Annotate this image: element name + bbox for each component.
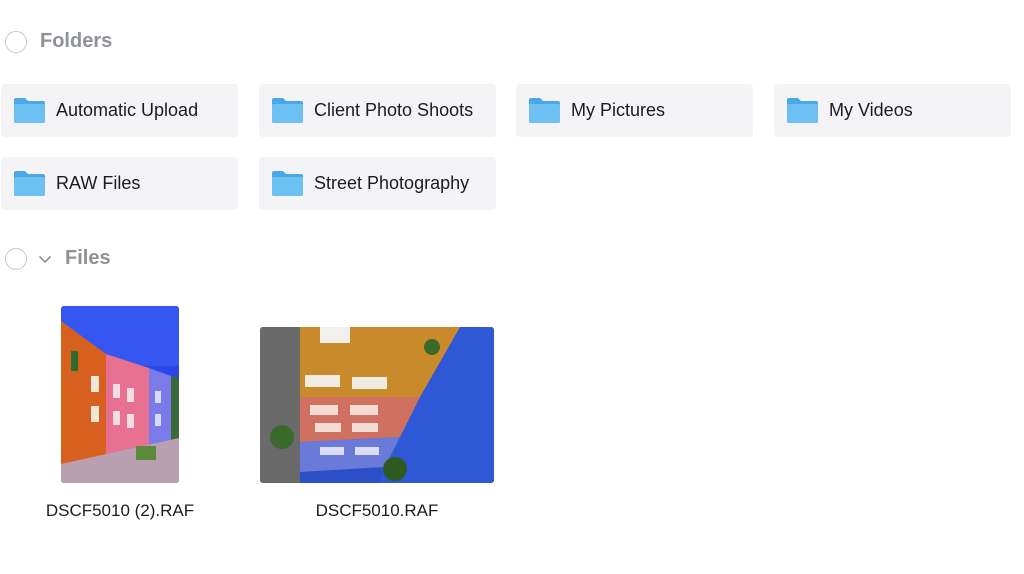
folder-label: RAW Files (56, 173, 141, 193)
files-select-all-checkbox[interactable] (5, 247, 27, 270)
folder-label: My Pictures (571, 100, 666, 120)
folder-icon (13, 170, 46, 197)
folder-tile-street-photography[interactable]: Street Photography (259, 157, 496, 210)
folder-tile-client-photo-shoots[interactable]: Client Photo Shoots (259, 84, 496, 137)
folders-section-title: Folders (40, 30, 113, 52)
folder-icon (528, 97, 561, 124)
file-thumbnail[interactable] (260, 327, 494, 483)
files-section-title: Files (65, 247, 111, 269)
folders-select-all-checkbox[interactable] (5, 30, 27, 53)
folder-tile-my-pictures[interactable]: My Pictures (516, 84, 753, 137)
folder-icon (786, 97, 819, 124)
file-name: DSCF5010 (2).RAF (45, 501, 195, 520)
folder-tile-my-videos[interactable]: My Videos (774, 84, 1011, 137)
files-section-header: Files (5, 247, 111, 270)
folder-label: Automatic Upload (56, 100, 199, 120)
folder-label: Client Photo Shoots (314, 100, 474, 120)
file-thumbnail[interactable] (61, 306, 179, 483)
folder-icon (271, 170, 304, 197)
folder-label: Street Photography (314, 173, 470, 193)
folder-icon (271, 97, 304, 124)
folder-tile-raw-files[interactable]: RAW Files (1, 157, 238, 210)
file-name: DSCF5010.RAF (315, 501, 439, 520)
chevron-down-icon[interactable] (38, 252, 52, 266)
folder-icon (13, 97, 46, 124)
folder-label: My Videos (829, 100, 913, 120)
folders-section-header: Folders (5, 30, 112, 53)
folder-tile-automatic-upload[interactable]: Automatic Upload (1, 84, 238, 137)
